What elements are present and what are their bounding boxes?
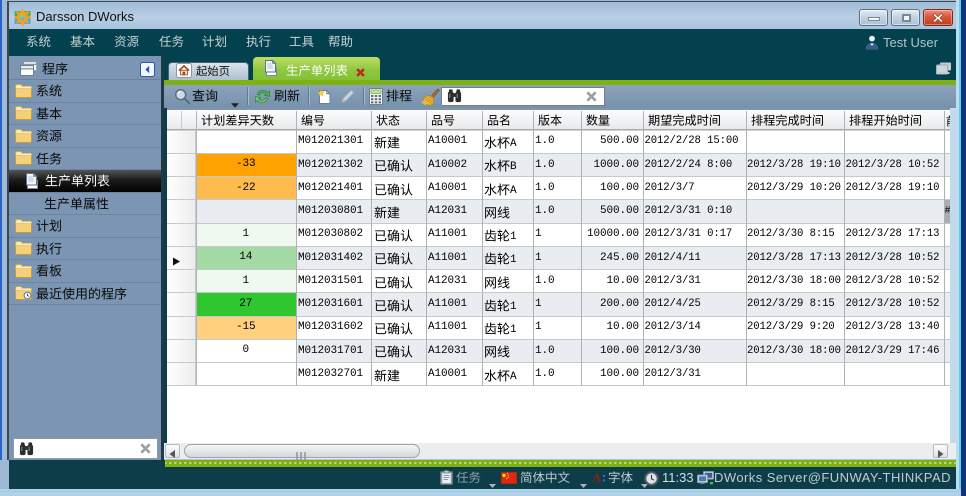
svg-text:A: A [592, 471, 602, 484]
